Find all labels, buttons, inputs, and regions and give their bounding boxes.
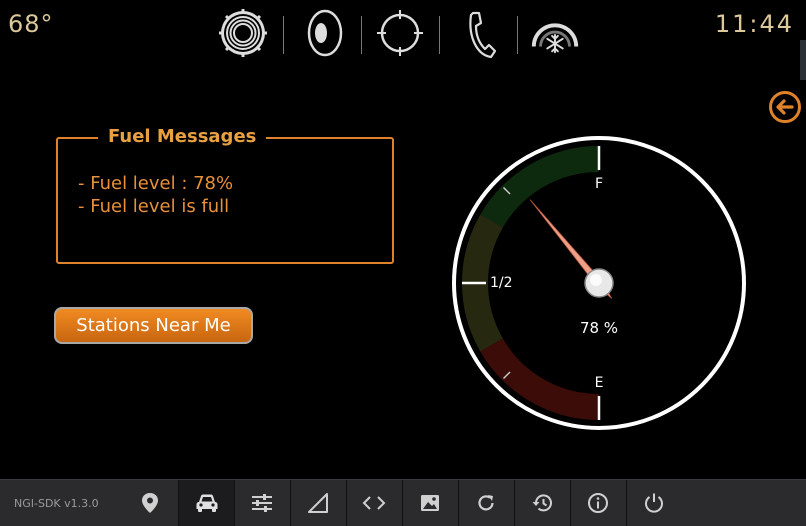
car-icon[interactable] (179, 480, 234, 526)
separator (439, 16, 440, 54)
separator (517, 16, 518, 54)
fuel-message-line: - Fuel level is full (78, 196, 230, 217)
stations-near-me-button[interactable]: Stations Near Me (54, 307, 253, 344)
fuel-message-line: - Fuel level : 78% (78, 173, 234, 194)
separator (283, 16, 284, 54)
signal-icon[interactable] (290, 480, 345, 526)
location-pin-icon[interactable] (122, 480, 177, 526)
phone-icon[interactable] (452, 6, 506, 60)
gauge-label-half: 1/2 (490, 275, 513, 291)
fuel-messages-panel: Fuel Messages - Fuel level : 78% - Fuel … (56, 126, 394, 264)
gauge-label-full: F (595, 176, 603, 192)
bottom-toolbar: NGI-SDK v1.3.0 (0, 479, 806, 526)
climate-fan-icon[interactable] (528, 6, 582, 60)
gauge-readout: 78 % (580, 319, 618, 337)
clock: 11:44 (714, 10, 794, 38)
top-status-bar: 68° 11:44 (0, 0, 806, 60)
info-icon[interactable] (570, 480, 625, 526)
history-icon[interactable] (514, 480, 569, 526)
fuel-gauge: F 1/2 E 78 % (452, 136, 746, 430)
outside-temperature: 68° (8, 10, 54, 38)
back-arrow-icon[interactable] (768, 90, 802, 124)
separator (361, 16, 362, 54)
sdk-version: NGI-SDK v1.3.0 (14, 497, 99, 510)
settings-gear-icon[interactable] (216, 6, 270, 60)
speaker-icon[interactable] (296, 6, 350, 60)
window-edge-strip (800, 40, 806, 80)
gauge-label-empty: E (595, 375, 604, 391)
power-icon[interactable] (626, 480, 681, 526)
fuel-messages-title: Fuel Messages (98, 126, 267, 147)
navigation-compass-icon[interactable] (373, 6, 427, 60)
image-icon[interactable] (402, 480, 457, 526)
sliders-icon[interactable] (234, 480, 289, 526)
refresh-icon[interactable] (458, 480, 513, 526)
code-icon[interactable] (346, 480, 401, 526)
